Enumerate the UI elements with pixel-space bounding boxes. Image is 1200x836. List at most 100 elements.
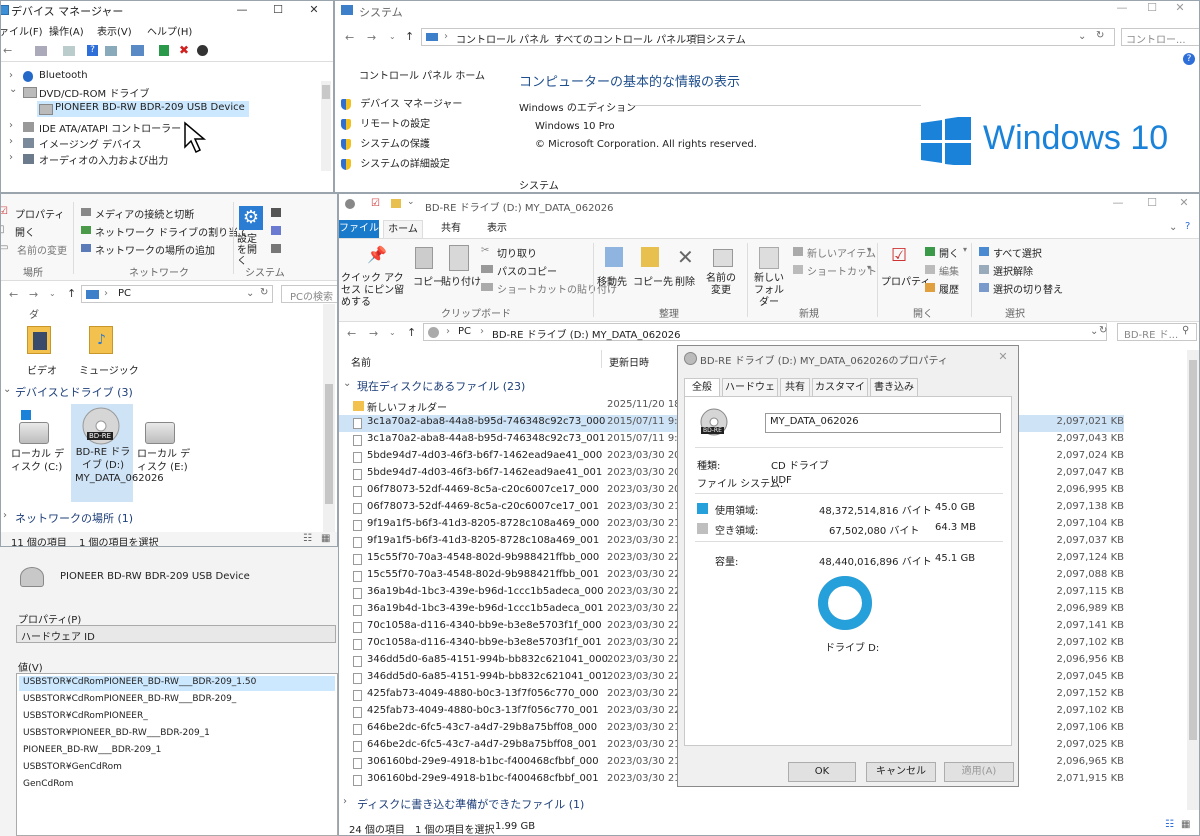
forward-icon[interactable]: → [369,327,378,340]
forward-icon[interactable]: → [367,31,376,44]
back-icon[interactable]: ← [9,288,18,301]
link-remote-settings[interactable]: リモートの設定 [341,115,430,130]
qat-dropdown-icon[interactable]: ⌄ [407,197,415,207]
disable-device-icon[interactable]: ✖ [179,43,189,57]
up-icon[interactable]: ↑ [407,326,416,339]
tree-item-imaging[interactable]: › イメージング デバイス [9,135,309,151]
up-icon[interactable]: ↑ [67,287,76,300]
apply-button[interactable]: 適用(A) [944,762,1014,782]
quick-access-icon[interactable] [345,199,355,209]
list-item[interactable]: GenCdRom [19,778,335,793]
recent-dropdown-icon[interactable]: ⌄ [389,328,396,337]
tab-view[interactable]: 表示 [477,220,517,238]
cancel-button[interactable]: キャンセル [866,762,936,782]
volume-label-input[interactable]: MY_DATA_062026 [765,413,1001,433]
breadcrumb-all-items[interactable]: すべてのコントロール パネル項目 [554,31,706,46]
address-dropdown-icon[interactable]: ⌄ [1078,31,1086,42]
up-icon[interactable]: ↑ [405,30,414,43]
manage-small-icon[interactable] [271,244,281,253]
search-box[interactable]: コントロー... [1121,28,1199,46]
uninstall-icon[interactable] [197,45,208,56]
list-item[interactable]: USBSTOR¥GenCdRom [19,761,335,776]
close-button[interactable]: ✕ [1161,194,1199,214]
breadcrumb-pc[interactable]: PC [458,326,471,337]
tab-write[interactable]: 書き込み [870,378,918,396]
tree-item-audio[interactable]: › オーディオの入力および出力 [9,151,309,167]
address-bar[interactable]: › PC › BD-RE ドライブ (D:) MY_DATA_062026 ⌄ [423,323,1107,341]
drive-d-selected[interactable]: BD-RE BD-RE ドライブ (D:) MY_DATA_062026 [71,404,164,502]
column-header-date[interactable]: 更新日時 [609,354,649,369]
vertical-scrollbar[interactable] [1187,350,1199,810]
system-small-icon[interactable] [271,208,281,217]
tab-customize[interactable]: カスタマイズ [812,378,868,411]
update-driver-icon[interactable] [159,45,169,56]
back-icon[interactable]: ← [345,31,354,44]
tab-hardware[interactable]: ハードウェア [722,378,778,411]
folder-videos[interactable]: ビデオ [19,324,63,377]
menu-view[interactable]: 表示(V) [97,23,132,38]
property-select[interactable]: ハードウェア ID [16,625,336,643]
address-bar[interactable]: › コントロール パネル › すべてのコントロール パネル項目 › システム ⌄… [421,28,1115,46]
help-icon[interactable]: ? [1185,221,1190,232]
back-icon[interactable]: ← [347,327,356,340]
tab-general[interactable]: 全般 [684,378,720,396]
refresh-icon[interactable]: ↻ [260,287,268,298]
help-icon[interactable]: ? [1183,53,1195,65]
tab-share[interactable]: 共有 [780,378,810,396]
details-view-icon[interactable]: ☷ [303,533,312,544]
close-button[interactable]: ✕ [988,346,1018,368]
close-button[interactable]: ✕ [291,1,333,21]
breadcrumb-system[interactable]: システム [706,31,746,46]
refresh-icon[interactable]: ↻ [1099,325,1107,336]
column-header-name[interactable]: 名前 [351,354,371,369]
address-dropdown-icon[interactable]: ⌄ [246,288,254,299]
list-item[interactable]: USBSTOR¥CdRomPIONEER_ [19,710,335,725]
tree-item-bluetooth[interactable]: › Bluetooth [9,69,309,85]
menu-file[interactable]: ァイル(F) [1,23,43,38]
vertical-scrollbar[interactable] [321,81,331,171]
drive-e[interactable]: ローカル ディスク (E:) [137,408,197,488]
view-icon[interactable] [105,46,117,56]
tab-share[interactable]: 共有 [431,220,471,238]
close-button[interactable]: ✕ [1157,1,1199,19]
tree-item-ide[interactable]: › IDE ATA/ATAPI コントローラー [9,119,309,135]
ribbon-expand-icon[interactable]: ⌄ [1169,222,1177,233]
list-item-selected[interactable]: USBSTOR¥CdRomPIONEER_BD-RW___BDR-209_1.5… [19,676,335,691]
menu-help[interactable]: ヘルプ(H) [147,23,192,38]
list-item[interactable]: USBSTOR¥PIONEER_BD-RW___BDR-209_1 [19,727,335,742]
breadcrumb-pc[interactable]: PC [118,288,131,299]
list-icon[interactable] [63,46,75,56]
large-icons-view-icon[interactable]: ▦ [1181,819,1190,830]
properties-qat-icon[interactable]: ☑ [371,198,380,209]
link-device-manager[interactable]: デバイス マネージャー [341,95,462,110]
properties-icon[interactable] [35,46,47,56]
link-advanced-settings[interactable]: システムの詳細設定 [341,155,450,170]
tree-item-dvd[interactable]: ⌄ DVD/CD-ROM ドライブ [9,84,309,100]
tree-item-pioneer-selected[interactable]: PIONEER BD-RW BDR-209 USB Device [37,101,249,117]
search-box[interactable]: PCの検索 [281,285,337,303]
uninstall-small-icon[interactable] [271,226,281,235]
drive-c[interactable]: ローカル ディスク (C:) [11,408,67,488]
recent-dropdown-icon[interactable]: ⌄ [49,289,56,298]
search-box[interactable]: BD-RE ド... ⚲ [1117,323,1197,341]
value-list[interactable]: USBSTOR¥CdRomPIONEER_BD-RW___BDR-209_1.5… [16,673,338,836]
link-system-protection[interactable]: システムの保護 [341,135,430,150]
control-panel-home-link[interactable]: コントロール パネル ホーム [359,67,485,82]
refresh-icon[interactable]: ↻ [1096,30,1104,41]
list-item[interactable]: PIONEER_BD-RW___BDR-209_1 [19,744,335,759]
folder-music[interactable]: ♪ ミュージック [77,324,139,377]
tab-file[interactable]: ファイル [339,220,379,238]
details-view-icon[interactable]: ☷ [1165,819,1174,830]
back-icon[interactable]: ← [3,44,12,57]
recent-dropdown-icon[interactable]: ⌄ [389,32,396,41]
breadcrumb-drive[interactable]: BD-RE ドライブ (D:) MY_DATA_062026 [492,326,681,341]
ok-button[interactable]: OK [788,762,856,782]
tab-home[interactable]: ホーム [383,220,423,238]
large-icons-view-icon[interactable]: ▦ [321,533,330,544]
vertical-scrollbar[interactable] [323,304,335,532]
help-icon[interactable]: ? [87,45,98,56]
monitor-icon[interactable] [131,45,144,56]
forward-icon[interactable]: → [29,288,38,301]
address-bar[interactable]: › PC ⌄ ↻ [81,285,273,303]
address-dropdown-icon[interactable]: ⌄ [1090,326,1098,337]
